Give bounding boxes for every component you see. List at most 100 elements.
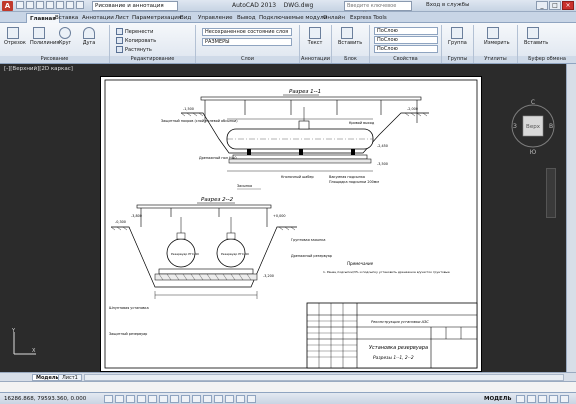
save-icon[interactable] xyxy=(36,1,44,9)
new-icon[interactable] xyxy=(16,1,24,9)
object-snap-icon[interactable] xyxy=(159,395,168,403)
minimize-icon[interactable]: _ xyxy=(536,1,548,10)
navigation-bar[interactable] xyxy=(546,168,556,218)
cover-slab xyxy=(200,96,422,101)
elev-4: -3,500 xyxy=(377,162,388,166)
label-2-drain: Дренажный резервуар xyxy=(291,254,332,258)
redo-icon[interactable] xyxy=(76,1,84,9)
arc-label: Дуга xyxy=(82,40,96,46)
ortho-mode-icon[interactable] xyxy=(137,395,146,403)
text-button[interactable]: Текст xyxy=(306,27,324,46)
close-icon[interactable]: × xyxy=(562,1,574,10)
save-as-icon[interactable] xyxy=(46,1,54,9)
stretch-button[interactable]: Растянуть xyxy=(116,46,152,53)
tab-parametric[interactable]: Параметризация xyxy=(132,13,181,23)
circle-button[interactable]: Круг xyxy=(56,27,74,46)
lock-icon[interactable] xyxy=(538,395,547,403)
linetype-select[interactable]: ПоСлою xyxy=(374,36,438,44)
drawing-sheet[interactable]: Разрез 1--1 Защитный покров (слой полево… xyxy=(100,76,482,372)
tab-insert[interactable]: Вставка xyxy=(55,13,78,23)
tab-view[interactable]: Вид xyxy=(180,13,191,23)
app-menu-button[interactable]: A xyxy=(2,1,13,11)
snap-mode-icon[interactable] xyxy=(115,395,124,403)
measure-label: Измерить xyxy=(484,40,510,46)
panel-block-label: Блок xyxy=(332,56,369,63)
cover-slab-2 xyxy=(136,204,272,209)
paste-button[interactable]: Вставить xyxy=(524,27,548,46)
note-title: Примечание xyxy=(347,261,374,266)
print-icon[interactable] xyxy=(56,1,64,9)
elev-3: -2,450 xyxy=(377,144,388,148)
stamp-title: Установка резервуара xyxy=(369,345,428,351)
tab-express-tools[interactable]: Express Tools xyxy=(350,13,387,23)
arc-button[interactable]: Дуга xyxy=(80,27,98,46)
annotation-scale-icon[interactable] xyxy=(516,395,525,403)
group-button[interactable]: Группа xyxy=(448,27,467,46)
selection-cycling-icon[interactable] xyxy=(247,395,256,403)
measure-button[interactable]: Измерить xyxy=(484,27,510,46)
window-title: AutoCAD 2013 DWG.dwg xyxy=(232,2,313,9)
signin-button[interactable]: Вход в службы xyxy=(426,2,469,8)
panel-modify: Перенести Копировать Растянуть Редактиро… xyxy=(110,25,196,63)
tab-layout[interactable]: Лист xyxy=(115,13,129,23)
clean-screen-icon[interactable] xyxy=(560,395,569,403)
panel-draw: Отрезок Полилиния Круг Дуга Рисование xyxy=(0,25,110,63)
ucs-icon: Y X xyxy=(11,328,36,355)
isolate-objects-icon[interactable] xyxy=(549,395,558,403)
move-button[interactable]: Перенести xyxy=(116,28,153,35)
polar-tracking-icon[interactable] xyxy=(148,395,157,403)
viewcube[interactable]: Верх С Ю З В xyxy=(510,94,556,156)
viewcube-west: З xyxy=(513,123,517,130)
window-controls: _ □ × xyxy=(536,1,574,10)
model-space-indicator[interactable]: МОДЕЛЬ xyxy=(484,396,512,402)
note-line: 1. Ранец подсыпки/3% и подсыпку установи… xyxy=(323,270,450,274)
ribbon: Отрезок Полилиния Круг Дуга Рисование Пе… xyxy=(0,23,576,64)
command-line[interactable] xyxy=(0,381,576,392)
line-button[interactable]: Отрезок xyxy=(4,27,26,46)
quick-properties-icon[interactable] xyxy=(236,395,245,403)
dynamic-ucs-icon[interactable] xyxy=(192,395,201,403)
panel-properties-label: Свойства xyxy=(370,56,441,63)
tab-online[interactable]: Онлайн xyxy=(323,13,345,23)
maximize-icon[interactable]: □ xyxy=(549,1,561,10)
undo-icon[interactable] xyxy=(66,1,74,9)
label-1-drain: Дренажный пол Н=0 xyxy=(199,156,237,160)
viewcube-north: С xyxy=(531,99,535,106)
workspace-switch-icon[interactable] xyxy=(527,395,536,403)
vertical-scrollbar[interactable] xyxy=(566,64,576,372)
lineweight-select[interactable]: ПоСлою xyxy=(374,45,438,53)
tab-addins[interactable]: Подключаемые модули xyxy=(259,13,327,23)
tab-annotate[interactable]: Аннотации xyxy=(82,13,114,23)
dynamic-input-icon[interactable] xyxy=(203,395,212,403)
text-icon xyxy=(309,27,321,39)
3d-object-snap-icon[interactable] xyxy=(170,395,179,403)
object-snap-tracking-icon[interactable] xyxy=(181,395,190,403)
search-input[interactable]: Введите ключевое слово/фразу xyxy=(344,1,412,17)
panel-block: Вставить Блок xyxy=(332,25,370,63)
lineweight-icon[interactable] xyxy=(214,395,223,403)
insert-block-button[interactable]: Вставить xyxy=(338,27,362,46)
tab-layout1[interactable]: Лист1 xyxy=(58,374,82,381)
workspace-select[interactable]: Рисование и аннотация xyxy=(92,1,178,11)
section2-title: Разрез 2--2 xyxy=(201,197,234,203)
drawing-canvas[interactable]: [-][Верхний][2D каркас] Разрез 1--1 Защи… xyxy=(0,64,566,372)
horizontal-scrollbar[interactable] xyxy=(84,374,564,381)
title-block: Реконструкция установки АЗС Установка ре… xyxy=(306,302,478,369)
grid-display-icon[interactable] xyxy=(126,395,135,403)
transparency-icon[interactable] xyxy=(225,395,234,403)
measure-icon xyxy=(487,27,499,39)
tab-output[interactable]: Вывод xyxy=(237,13,256,23)
infer-constraints-icon[interactable] xyxy=(104,395,113,403)
open-icon[interactable] xyxy=(26,1,34,9)
circle-icon xyxy=(59,27,71,39)
polyline-button[interactable]: Полилиния xyxy=(30,27,59,46)
tab-manage[interactable]: Управление xyxy=(198,13,233,23)
color-select[interactable]: ПоСлою xyxy=(374,27,438,35)
paste-icon xyxy=(527,27,539,39)
copy-button[interactable]: Копировать xyxy=(116,37,156,44)
layer-select[interactable]: РАЗМЕРЫ xyxy=(202,38,292,46)
viewport-controls[interactable]: [-][Верхний][2D каркас] xyxy=(4,66,73,72)
insert-block-icon xyxy=(341,27,353,39)
layer-state-select[interactable]: Несохраненное состояние слоя xyxy=(202,28,292,36)
polyline-icon xyxy=(33,27,45,39)
